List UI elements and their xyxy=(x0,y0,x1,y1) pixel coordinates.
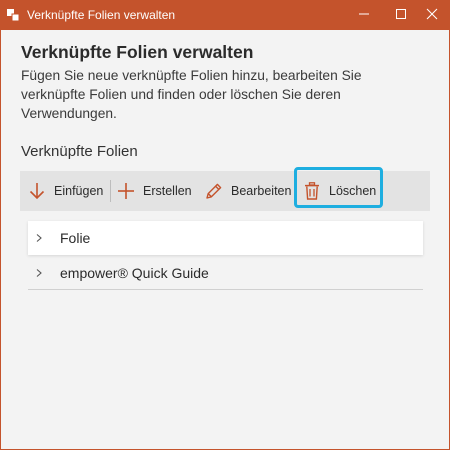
delete-button-highlight xyxy=(294,167,383,208)
insert-label: Einfügen xyxy=(54,184,104,198)
create-button[interactable]: Erstellen xyxy=(117,171,192,211)
toolbar-separator xyxy=(110,180,111,202)
plus-icon xyxy=(117,182,135,200)
pencil-icon xyxy=(204,181,224,201)
dialog-description: Fügen Sie neue verknüpfte Folien hinzu, … xyxy=(21,68,362,121)
close-icon xyxy=(426,7,438,25)
dialog-heading: Verknüpfte Folien verwalten xyxy=(21,42,254,62)
list-item-label: Folie xyxy=(60,230,91,246)
list-item-label: empower® Quick Guide xyxy=(60,264,209,281)
list-item[interactable]: Folie xyxy=(28,221,423,255)
create-label: Erstellen xyxy=(143,184,192,198)
title-bar: Verknüpfte Folien verwalten xyxy=(1,1,449,30)
slides-app-icon xyxy=(6,8,20,22)
edit-button[interactable]: Bearbeiten xyxy=(204,171,291,211)
chevron-right-icon[interactable] xyxy=(34,233,56,243)
chevron-right-icon[interactable] xyxy=(34,268,56,278)
insert-button[interactable]: Einfügen xyxy=(28,171,103,211)
edit-label: Bearbeiten xyxy=(231,184,292,198)
section-title: Verknüpfte Folien xyxy=(21,143,138,160)
minimize-button[interactable] xyxy=(347,1,381,30)
list-item[interactable]: empower® Quick Guide xyxy=(28,256,423,290)
maximize-icon xyxy=(395,7,407,25)
minimize-icon xyxy=(358,7,370,25)
arrow-down-icon xyxy=(28,181,46,201)
dialog-window: Verknüpfte Folien verwalten Verknüpfte F… xyxy=(0,0,450,450)
window-title: Verknüpfte Folien verwalten xyxy=(27,8,176,22)
maximize-button[interactable] xyxy=(384,1,418,30)
close-button[interactable] xyxy=(415,1,449,30)
